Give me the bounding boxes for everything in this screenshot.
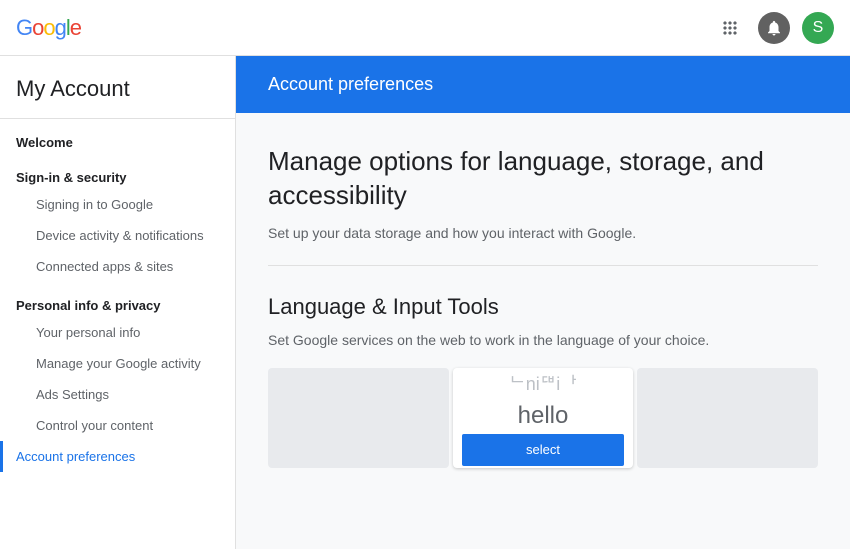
sidebar-section-welcome: Welcome [0,119,235,154]
sidebar-item-personal-info[interactable]: Your personal info [0,317,235,348]
app-header: Google S [0,0,850,56]
intro-desc: Set up your data storage and how you int… [268,225,818,241]
logo-letter-o1: o [32,15,43,41]
language-section-desc: Set Google services on the web to work i… [268,332,818,348]
logo-letter-g: G [16,15,32,41]
foreign-text: ᄂniᄃᄇiᅡ [509,370,577,396]
header-left: Google [16,15,81,41]
user-avatar[interactable]: S [802,12,834,44]
select-button[interactable]: select [462,434,625,466]
notifications-icon[interactable] [758,12,790,44]
sidebar-item-signing-in[interactable]: Signing in to Google [0,189,235,220]
sidebar-item-control-content[interactable]: Control your content [0,410,235,441]
sidebar-title: My Account [0,56,235,119]
lang-box-left [268,368,449,468]
main-content: Account preferences Manage options for l… [236,56,850,549]
sidebar-item-device-activity[interactable]: Device activity & notifications [0,220,235,251]
language-illustration: ᄂniᄃᄇiᅡ hello select [268,368,818,468]
lang-box-right [637,368,818,468]
intro-title: Manage options for language, storage, an… [268,145,818,213]
main-header-title: Account preferences [268,74,818,95]
body-container: My Account Welcome Sign-in & security Si… [0,56,850,549]
main-content-area: Manage options for language, storage, an… [236,113,850,468]
apps-grid-icon[interactable] [714,12,746,44]
sidebar: My Account Welcome Sign-in & security Si… [0,56,236,549]
logo-letter-e: e [70,15,81,41]
logo-letter-g2: g [55,15,66,41]
sidebar-section-personal: Personal info & privacy [0,282,235,317]
main-header-bar: Account preferences [236,56,850,113]
sidebar-item-google-activity[interactable]: Manage your Google activity [0,348,235,379]
avatar-letter: S [813,19,824,37]
sidebar-item-connected-apps[interactable]: Connected apps & sites [0,251,235,282]
google-logo: Google [16,15,81,41]
sidebar-section-account-prefs[interactable]: Account preferences [0,441,235,472]
hello-text: hello [518,402,569,430]
lang-box-center: ᄂniᄃᄇiᅡ hello select [453,368,634,468]
logo-letter-o2: o [43,15,54,41]
section-divider [268,265,818,266]
sidebar-section-signin: Sign-in & security [0,154,235,189]
language-section-title: Language & Input Tools [268,294,818,320]
sidebar-item-ads-settings[interactable]: Ads Settings [0,379,235,410]
header-right: S [714,12,834,44]
